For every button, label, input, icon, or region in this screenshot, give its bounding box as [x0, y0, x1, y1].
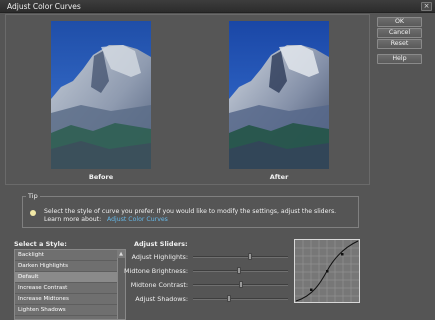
style-list-scrollbar[interactable]: ▲ — [117, 250, 125, 319]
adjust-highlights-slider[interactable] — [193, 253, 288, 260]
midtone-brightness-label: Midtone Brightness: — [124, 267, 188, 275]
adjust-shadows-slider[interactable] — [193, 295, 288, 302]
adjust-highlights-label: Adjust Highlights: — [131, 253, 188, 261]
after-label: After — [269, 173, 289, 181]
dialog-title: Adjust Color Curves — [7, 2, 81, 11]
style-item-default[interactable]: Default — [15, 272, 118, 283]
learn-more-label: Learn more about: — [44, 216, 102, 223]
adjust-highlights-slider-knob[interactable] — [248, 253, 252, 260]
learn-more-link[interactable]: Adjust Color Curves — [107, 216, 168, 223]
before-label: Before — [88, 173, 114, 181]
help-button[interactable]: Help — [377, 54, 422, 64]
style-item-backlight[interactable]: Backlight — [15, 250, 118, 261]
before-image — [51, 21, 151, 169]
style-item-increase-contrast[interactable]: Increase Contrast — [15, 283, 118, 294]
after-image — [229, 21, 329, 169]
scroll-up-icon[interactable]: ▲ — [117, 250, 125, 258]
close-icon[interactable]: × — [421, 2, 432, 11]
adjust-color-curves-dialog: Adjust Color Curves × Before After Tip S… — [0, 0, 435, 320]
style-item-increase-midtones[interactable]: Increase Midtones — [15, 294, 118, 305]
curve-graph — [294, 239, 360, 303]
title-bar[interactable]: Adjust Color Curves × — [0, 0, 435, 13]
select-style-heading: Select a Style: — [14, 240, 67, 248]
preview-panel: Before After — [5, 14, 370, 185]
midtone-brightness-slider[interactable] — [193, 267, 288, 274]
adjust-sliders-heading: Adjust Sliders: — [134, 240, 188, 248]
adjust-shadows-label: Adjust Shadows: — [135, 295, 188, 303]
ok-button[interactable]: OK — [377, 17, 422, 27]
midtone-contrast-label: Midtone Contrast: — [130, 281, 188, 289]
tip-legend: Tip — [26, 192, 40, 200]
tip-text: Select the style of curve you prefer. If… — [44, 208, 337, 215]
adjust-shadows-slider-knob[interactable] — [227, 295, 231, 302]
style-item-lighten-shadows[interactable]: Lighten Shadows — [15, 305, 118, 316]
reset-button[interactable]: Reset — [377, 39, 422, 49]
lightbulb-icon — [30, 210, 36, 216]
midtone-brightness-slider-knob[interactable] — [237, 267, 241, 274]
cancel-button[interactable]: Cancel — [377, 28, 422, 38]
style-list[interactable]: Backlight Darken Highlights Default Incr… — [14, 249, 126, 320]
midtone-contrast-slider-knob[interactable] — [239, 281, 243, 288]
midtone-contrast-slider[interactable] — [193, 281, 288, 288]
style-item-darken-highlights[interactable]: Darken Highlights — [15, 261, 118, 272]
